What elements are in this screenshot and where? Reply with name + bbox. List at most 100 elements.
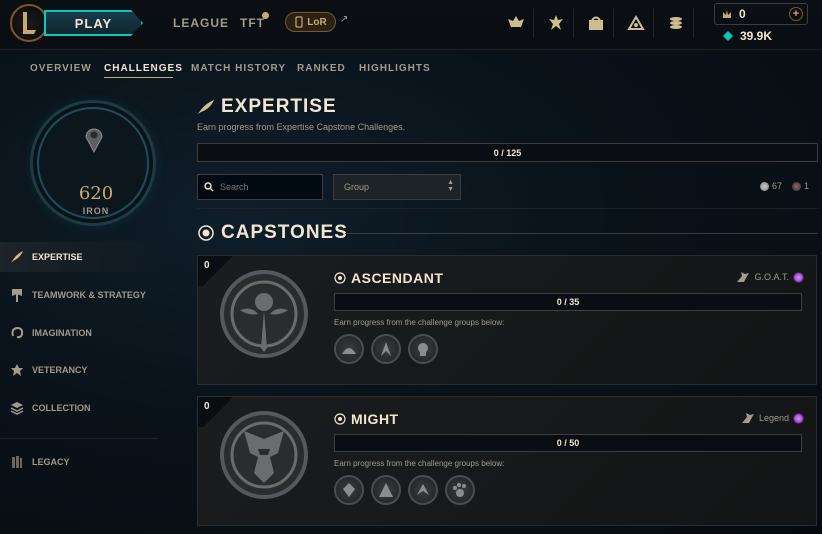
league-logo-icon[interactable]: [10, 4, 48, 42]
might-emblem-icon: [220, 411, 308, 499]
rp-balance: 0 +: [714, 3, 808, 25]
swirl-icon: [11, 326, 24, 339]
dark-token-icon: [792, 182, 802, 192]
lor-icon: [295, 16, 303, 28]
capstone-name: ASCENDANT: [351, 270, 444, 286]
capstone-progress-bar: 0 / 35: [334, 293, 802, 311]
lor-button[interactable]: LoR: [285, 12, 336, 32]
active-tab-underline: [104, 77, 173, 78]
group-dropdown[interactable]: Group ▲ ▼: [333, 174, 461, 200]
laurel-icon: [11, 364, 23, 376]
blue-essence-icon: [723, 31, 733, 41]
challenge-groups: [334, 334, 438, 364]
tab-overview[interactable]: OVERVIEW: [30, 63, 92, 74]
gem-icon: [793, 271, 804, 283]
capstone-name-row: MIGHT: [334, 411, 399, 427]
collection-icon[interactable]: [658, 8, 694, 38]
challenge-score: 620: [78, 183, 114, 204]
lor-label: LoR: [307, 16, 327, 28]
sidebar-item-imagination[interactable]: IMAGINATION: [0, 318, 160, 348]
capstones-divider: [345, 233, 818, 234]
quill-icon: [198, 100, 214, 114]
capstone-name-row: ASCENDANT: [334, 270, 443, 286]
capstone-icon: [334, 413, 346, 425]
be-balance: 39.9K: [722, 29, 772, 43]
search-icon: [204, 182, 214, 192]
ascendant-emblem-icon: [220, 270, 308, 358]
sidebar-item-label: TEAMWORK & STRATEGY: [32, 290, 146, 300]
sidebar-item-label: IMAGINATION: [32, 328, 92, 338]
title-reward: G.O.A.T.: [736, 271, 804, 283]
capstone-card-might[interactable]: 0 MIGHT Legend 0 / 50 Earn progress from…: [197, 396, 817, 526]
category-progress-bar: 0 / 125: [197, 143, 818, 162]
be-amount: 39.9K: [740, 29, 773, 43]
sidebar-item-collection[interactable]: COLLECTION: [0, 393, 160, 423]
nav-tft[interactable]: TFT: [240, 16, 265, 30]
section-divider: [197, 208, 818, 209]
paw-icon[interactable]: [445, 475, 475, 505]
capstone-card-ascendant[interactable]: 0 ASCENDANT G.O.A.T. 0 / 35 Earn progres…: [197, 255, 817, 385]
challenge-group-icon[interactable]: [408, 475, 438, 505]
store-bag-icon[interactable]: [578, 8, 614, 38]
sidebar-item-label: COLLECTION: [32, 403, 91, 413]
challenge-group-icon[interactable]: [371, 334, 401, 364]
dark-count: 1: [792, 181, 809, 192]
play-button[interactable]: PLAY: [44, 10, 143, 36]
nav-league[interactable]: LEAGUE: [173, 16, 229, 30]
silver-count: 67: [760, 181, 782, 192]
challenge-groups: [334, 475, 475, 505]
sidebar: 620 IRON EXPERTISE TEAMWORK & STRATEGY I…: [0, 80, 180, 534]
capstones-header: CAPSTONES: [197, 222, 348, 244]
capstone-hint: Earn progress from the challenge groups …: [334, 459, 505, 468]
token-counts: 67 1: [760, 181, 809, 192]
sidebar-item-veterancy[interactable]: VETERANCY: [0, 355, 160, 385]
quill-icon: [11, 251, 23, 263]
loot-icon[interactable]: [618, 8, 654, 38]
search-input[interactable]: [220, 182, 320, 192]
rp-amount: 0: [739, 7, 746, 21]
sidebar-item-label: EXPERTISE: [32, 252, 83, 262]
capstone-progress-bar: 0 / 50: [334, 434, 802, 452]
group-dropdown-value: Group: [344, 182, 370, 192]
tab-highlights[interactable]: HIGHLIGHTS: [359, 63, 431, 74]
chevron-updown-icon: ▲ ▼: [447, 179, 454, 193]
capstone-icon: [198, 225, 214, 241]
challenge-rank: IRON: [82, 206, 110, 216]
challenge-group-icon[interactable]: [334, 334, 364, 364]
sidebar-item-legacy[interactable]: LEGACY: [0, 447, 160, 477]
challenge-crest[interactable]: 620 IRON: [30, 100, 156, 226]
reward-title: G.O.A.T.: [754, 272, 789, 282]
challenges-icon[interactable]: [498, 8, 534, 38]
silver-token-icon: [760, 182, 769, 192]
sidebar-item-label: LEGACY: [32, 457, 70, 467]
tab-match-history[interactable]: MATCH HISTORY: [191, 63, 286, 74]
page-subtitle: Earn progress from Expertise Capstone Ch…: [197, 122, 406, 132]
capstone-hint: Earn progress from the challenge groups …: [334, 318, 505, 327]
challenge-group-icon[interactable]: [408, 334, 438, 364]
search-field[interactable]: [197, 174, 323, 200]
capstone-icon: [334, 272, 346, 284]
title-reward-icon: [741, 413, 754, 423]
sidebar-divider: [0, 438, 158, 439]
title-reward: Legend: [741, 412, 804, 424]
stack-icon: [10, 402, 24, 415]
challenge-group-icon[interactable]: [371, 475, 401, 505]
sidebar-item-teamwork[interactable]: TEAMWORK & STRATEGY: [0, 280, 160, 310]
rp-icon: [723, 10, 731, 18]
external-link-icon: ↗: [340, 14, 349, 25]
banner-icon: [12, 289, 22, 302]
profile-subnav: OVERVIEW CHALLENGES MATCH HISTORY RANKED…: [0, 58, 822, 80]
clash-icon[interactable]: [538, 8, 574, 38]
capstones-title: CAPSTONES: [221, 222, 348, 243]
category-header: EXPERTISE: [197, 96, 337, 118]
sidebar-item-label: VETERANCY: [32, 365, 88, 375]
gem-icon: [793, 412, 804, 424]
top-bar: PLAY LEAGUE TFT LoR ↗ 0 + 39.9K: [0, 0, 822, 50]
reward-title: Legend: [758, 413, 789, 423]
iron-rank-icon: [85, 128, 103, 153]
buy-rp-button[interactable]: +: [789, 7, 803, 21]
challenge-group-icon[interactable]: [334, 475, 364, 505]
tab-challenges[interactable]: CHALLENGES: [104, 63, 183, 74]
sidebar-item-expertise[interactable]: EXPERTISE: [0, 242, 160, 272]
tab-ranked[interactable]: RANKED: [297, 63, 346, 74]
